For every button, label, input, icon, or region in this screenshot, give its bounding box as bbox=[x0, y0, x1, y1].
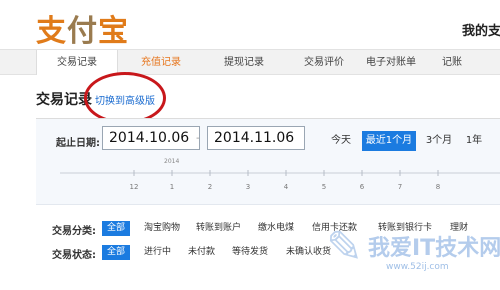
end-date-input[interactable]: 2014.11.06 bbox=[207, 126, 305, 150]
logo-char-1: 支 bbox=[36, 14, 67, 49]
timeline-tick-label: 8 bbox=[436, 183, 440, 191]
watermark-url: www.52ij.com bbox=[386, 262, 449, 272]
timeline-tick-label: 3 bbox=[246, 183, 250, 191]
category-filter-label: 交易分类: bbox=[52, 226, 96, 237]
tab-reviews[interactable]: 交易评价 bbox=[284, 50, 364, 75]
quick-today-button[interactable]: 今天 bbox=[326, 131, 356, 151]
header: 支付宝 我的支 bbox=[0, 0, 500, 50]
status-unpaid-chip[interactable]: 未付款 bbox=[188, 245, 215, 260]
date-separator: - bbox=[196, 133, 200, 144]
status-all-chip[interactable]: 全部 bbox=[102, 245, 131, 260]
site-watermark: ✎ 我爱IT技术网 www.52ij.com bbox=[320, 222, 500, 286]
alipay-logo[interactable]: 支付宝 bbox=[36, 6, 129, 50]
my-account-title[interactable]: 我的支 bbox=[462, 20, 500, 39]
watermark-text: 我爱IT技术网 bbox=[368, 236, 500, 261]
logo-char-2: 付 bbox=[67, 14, 98, 49]
timeline-tick-label: 2 bbox=[208, 183, 212, 191]
category-utilities-chip[interactable]: 缴水电煤 bbox=[258, 221, 294, 236]
timeline-tick-label: 4 bbox=[284, 183, 289, 191]
timeline-tick-label: 12 bbox=[130, 183, 139, 191]
tab-bookkeeping[interactable]: 记账 bbox=[432, 50, 472, 75]
tab-transactions[interactable]: 交易记录 bbox=[36, 50, 118, 75]
tab-withdraw[interactable]: 提现记录 bbox=[204, 50, 284, 75]
top-tab-bar: 交易记录 充值记录 提现记录 交易评价 电子对账单 记账 bbox=[0, 49, 500, 75]
category-taobao-chip[interactable]: 淘宝购物 bbox=[144, 221, 180, 236]
date-timeline-slider[interactable]: 2014 12 1 2 3 4 5 6 7 8 bbox=[60, 157, 500, 197]
category-all-chip[interactable]: 全部 bbox=[102, 221, 131, 236]
date-range-label: 起止日期: bbox=[56, 138, 100, 149]
logo-char-3: 宝 bbox=[98, 14, 129, 49]
timeline-tick-label: 7 bbox=[398, 183, 402, 191]
quick-1month-button[interactable]: 最近1个月 bbox=[362, 131, 416, 151]
annotation-circle bbox=[84, 72, 166, 124]
timeline-tick-label: 1 bbox=[170, 183, 174, 191]
quick-3months-button[interactable]: 3个月 bbox=[422, 131, 456, 151]
timeline-tick-label: 6 bbox=[360, 183, 365, 191]
category-transfer-account-chip[interactable]: 转账到账户 bbox=[196, 221, 241, 236]
status-filter-label: 交易状态: bbox=[52, 250, 96, 261]
start-date-input[interactable]: 2014.10.06 bbox=[102, 126, 200, 150]
timeline-tick-label: 5 bbox=[322, 183, 326, 191]
tab-recharge[interactable]: 充值记录 bbox=[118, 50, 204, 75]
watermark-logo-icon: ✎ bbox=[326, 222, 363, 273]
quick-1year-button[interactable]: 1年 bbox=[462, 131, 486, 151]
status-awaiting-shipment-chip[interactable]: 等待发货 bbox=[232, 245, 268, 260]
tab-statement[interactable]: 电子对账单 bbox=[358, 50, 424, 75]
timeline-year-label: 2014 bbox=[164, 158, 179, 165]
status-in-progress-chip[interactable]: 进行中 bbox=[144, 245, 171, 260]
